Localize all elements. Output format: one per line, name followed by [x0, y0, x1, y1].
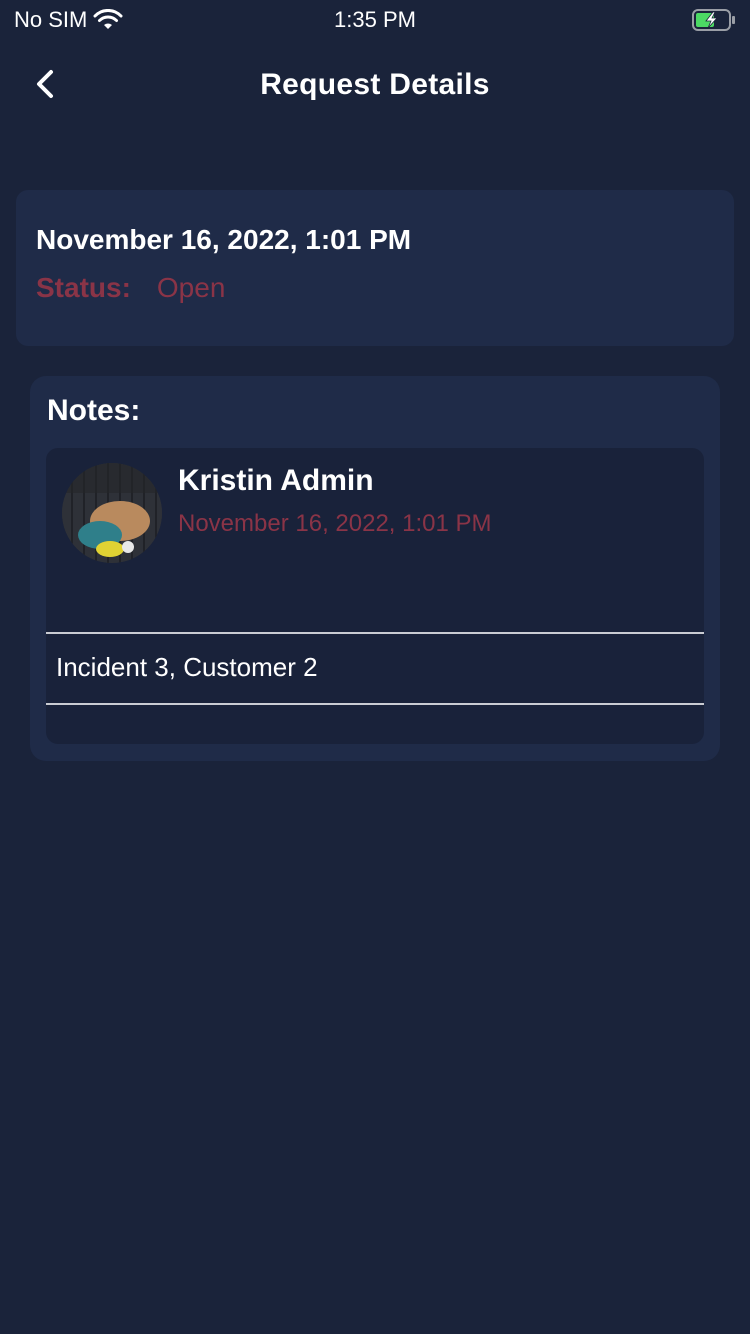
status-value: Open	[156, 272, 226, 303]
note-author: Kristin Admin	[178, 464, 374, 497]
note-date: November 16, 2022, 1:01 PM	[178, 510, 492, 537]
status-label: Status:	[36, 272, 131, 303]
notes-card: Notes: Kristin Admin November 16, 2022, …	[30, 376, 720, 761]
clock: 1:35 PM	[334, 7, 416, 32]
notes-title: Notes:	[47, 394, 141, 427]
request-summary-card: November 16, 2022, 1:01 PM Status: Open	[16, 190, 734, 346]
avatar	[62, 463, 162, 563]
avatar-photo	[62, 463, 162, 563]
request-date: November 16, 2022, 1:01 PM	[36, 224, 412, 255]
navigation-bar: Request Details	[0, 50, 750, 120]
note-item[interactable]: Kristin Admin November 16, 2022, 1:01 PM…	[46, 448, 704, 744]
divider	[46, 703, 704, 705]
battery-charging-icon	[692, 9, 735, 31]
status-row: Status: Open	[36, 272, 225, 304]
status-bar: No SIM 1:35 PM	[0, 0, 750, 40]
note-text: Incident 3, Customer 2	[56, 652, 318, 682]
divider	[46, 632, 704, 634]
page-title: Request Details	[260, 68, 490, 101]
